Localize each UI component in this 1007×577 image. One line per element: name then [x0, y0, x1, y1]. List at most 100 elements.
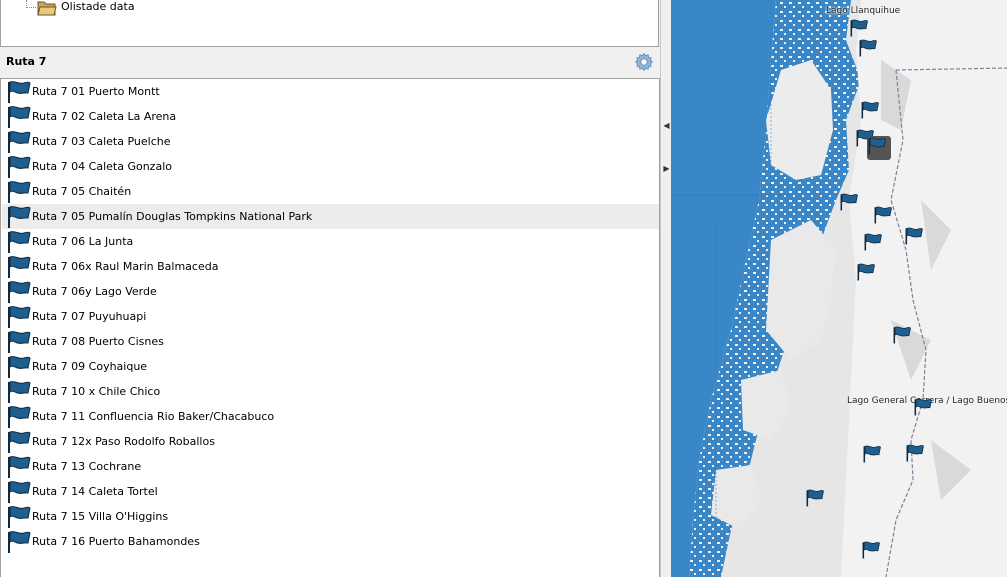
- flag-icon: [862, 541, 880, 559]
- list-item[interactable]: Ruta 7 06x Raul Marin Balmaceda: [2, 254, 659, 279]
- list-item-label: Ruta 7 01 Puerto Montt: [32, 85, 160, 98]
- flag-icon: [8, 406, 31, 428]
- tree-connector: [26, 0, 36, 8]
- list-item[interactable]: Ruta 7 15 Villa O'Higgins: [2, 504, 659, 529]
- flag-icon: [8, 331, 31, 353]
- flag-icon: [840, 193, 858, 211]
- map-flag-icon[interactable]: [849, 18, 869, 38]
- map-flag-icon[interactable]: [805, 488, 825, 508]
- list-item-label: Ruta 7 12x Paso Rodolfo Roballos: [32, 435, 215, 448]
- flag-icon: [8, 81, 31, 103]
- list-item-label: Ruta 7 05 Pumalín Douglas Tompkins Natio…: [32, 210, 313, 223]
- list-item-label: Ruta 7 05 Chaitén: [32, 185, 132, 198]
- flag-icon: [8, 456, 31, 478]
- map-flag-icon[interactable]: [905, 443, 925, 463]
- list-item[interactable]: Ruta 7 01 Puerto Montt: [2, 79, 659, 104]
- map-flag-icon[interactable]: [860, 100, 880, 120]
- flag-icon: [8, 231, 31, 253]
- map-flag-icon[interactable]: [913, 397, 933, 417]
- flag-icon: [906, 444, 924, 462]
- list-item-label: Ruta 7 10 x Chile Chico: [32, 385, 161, 398]
- section-title: Ruta 7: [6, 55, 47, 68]
- list-item-label: Ruta 7 11 Confluencia Rio Baker/Chacabuc…: [32, 410, 275, 423]
- flag-icon: [914, 398, 932, 416]
- map-flag-icon[interactable]: [867, 136, 891, 160]
- map-flag-icon[interactable]: [873, 205, 893, 225]
- list-item[interactable]: Ruta 7 05 Pumalín Douglas Tompkins Natio…: [2, 204, 659, 229]
- flag-icon: [8, 431, 31, 453]
- flag-icon: [8, 181, 31, 203]
- flag-icon: [864, 233, 882, 251]
- flag-icon: [859, 39, 877, 57]
- list-item[interactable]: Ruta 7 07 Puyuhuapi: [2, 304, 659, 329]
- list-item-label: Ruta 7 06x Raul Marin Balmaceda: [32, 260, 219, 273]
- flag-icon: [8, 281, 31, 303]
- list-item-label: Ruta 7 16 Puerto Bahamondes: [32, 535, 200, 548]
- flag-icon: [8, 206, 31, 228]
- list-item-label: Ruta 7 14 Caleta Tortel: [32, 485, 158, 498]
- flag-icon: [806, 489, 824, 507]
- list-item[interactable]: Ruta 7 12x Paso Rodolfo Roballos: [2, 429, 659, 454]
- list-item-label: Ruta 7 04 Caleta Gonzalo: [32, 160, 172, 173]
- list-item-label: Ruta 7 06 La Junta: [32, 235, 134, 248]
- map-flag-icon[interactable]: [861, 540, 881, 560]
- tree-item-label[interactable]: Olistade data: [61, 0, 135, 14]
- flag-icon: [8, 481, 31, 503]
- map-flag-icon[interactable]: [858, 38, 878, 58]
- list-item-label: Ruta 7 13 Cochrane: [32, 460, 142, 473]
- list-item-label: Ruta 7 06y Lago Verde: [32, 285, 157, 298]
- list-item[interactable]: Ruta 7 06y Lago Verde: [2, 279, 659, 304]
- splitter[interactable]: ◀ ▶: [660, 0, 671, 577]
- list-item-label: Ruta 7 03 Caleta Puelche: [32, 135, 171, 148]
- list-item-label: Ruta 7 02 Caleta La Arena: [32, 110, 177, 123]
- map-flag-icon[interactable]: [904, 226, 924, 246]
- folder-icon: [37, 1, 57, 16]
- flag-icon: [8, 131, 31, 153]
- list-item[interactable]: Ruta 7 02 Caleta La Arena: [2, 104, 659, 129]
- map-flag-icon[interactable]: [863, 232, 883, 252]
- list-item[interactable]: Ruta 7 06 La Junta: [2, 229, 659, 254]
- flag-icon: [8, 381, 31, 403]
- list-item[interactable]: Ruta 7 10 x Chile Chico: [2, 379, 659, 404]
- flag-icon: [874, 206, 892, 224]
- list-item[interactable]: Ruta 7 14 Caleta Tortel: [2, 479, 659, 504]
- flag-icon: [857, 263, 875, 281]
- flag-icon: [8, 506, 31, 528]
- list-item[interactable]: Ruta 7 11 Confluencia Rio Baker/Chacabuc…: [2, 404, 659, 429]
- flag-icon: [861, 101, 879, 119]
- list-item[interactable]: Ruta 7 09 Coyhaique: [2, 354, 659, 379]
- flag-icon: [863, 445, 881, 463]
- flag-icon: [8, 356, 31, 378]
- map-label-lago-llanquihue: Lago Llanquihue: [826, 6, 901, 16]
- flag-icon: [893, 326, 911, 344]
- left-panel: Olistade data Ruta 7 Ruta 7 01 Puerto Mo…: [0, 0, 660, 577]
- flag-icon: [905, 227, 923, 245]
- list-item[interactable]: Ruta 7 05 Chaitén: [2, 179, 659, 204]
- list-item-label: Ruta 7 15 Villa O'Higgins: [32, 510, 169, 523]
- map-flag-icon[interactable]: [862, 444, 882, 464]
- gear-icon[interactable]: [634, 52, 654, 72]
- list-item-label: Ruta 7 09 Coyhaique: [32, 360, 148, 373]
- map-view[interactable]: Lago Llanquihue Lago General Carrera / L…: [671, 0, 1007, 577]
- map-terrain: [671, 0, 1007, 577]
- list-item-label: Ruta 7 08 Puerto Cisnes: [32, 335, 164, 348]
- collapse-left-icon[interactable]: ◀: [662, 117, 671, 135]
- list-item[interactable]: Ruta 7 03 Caleta Puelche: [2, 129, 659, 154]
- list-item[interactable]: Ruta 7 08 Puerto Cisnes: [2, 329, 659, 354]
- map-flag-icon[interactable]: [839, 192, 859, 212]
- expand-right-icon[interactable]: ▶: [662, 160, 671, 178]
- flag-icon: [8, 156, 31, 178]
- map-flag-icon[interactable]: [892, 325, 912, 345]
- list-item[interactable]: Ruta 7 13 Cochrane: [2, 454, 659, 479]
- section-header: Ruta 7: [0, 48, 660, 77]
- list-item[interactable]: Ruta 7 04 Caleta Gonzalo: [2, 154, 659, 179]
- placemark-list[interactable]: Ruta 7 01 Puerto Montt Ruta 7 02 Caleta L…: [0, 78, 660, 577]
- list-item[interactable]: Ruta 7 16 Puerto Bahamondes: [2, 529, 659, 554]
- flag-icon: [8, 531, 31, 553]
- flag-icon: [868, 137, 886, 155]
- flag-icon: [850, 19, 868, 37]
- list-item-label: Ruta 7 07 Puyuhuapi: [32, 310, 147, 323]
- flag-icon: [8, 256, 31, 278]
- flag-icon: [8, 306, 31, 328]
- map-flag-icon[interactable]: [856, 262, 876, 282]
